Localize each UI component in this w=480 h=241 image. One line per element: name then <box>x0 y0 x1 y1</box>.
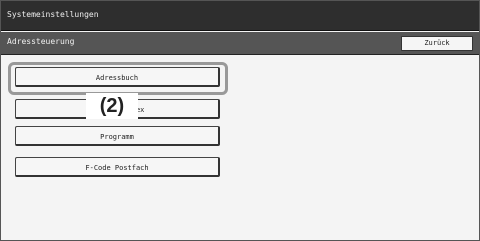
program-button[interactable]: Programm <box>15 126 220 146</box>
f-code-mailbox-button[interactable]: F-Code Postfach <box>15 157 220 177</box>
device-screen: Systemeinstellungen Adressteuerung Zurüc… <box>0 0 480 241</box>
back-button[interactable]: Zurück <box>401 36 473 51</box>
selection-highlight <box>8 62 228 95</box>
sub-header-bar: Adressteuerung Zurück <box>1 32 479 55</box>
step-callout-label: (2) <box>86 93 138 119</box>
section-title: Adressteuerung <box>7 37 75 46</box>
title-bar: Systemeinstellungen <box>1 1 479 31</box>
window-title: Systemeinstellungen <box>7 10 99 19</box>
